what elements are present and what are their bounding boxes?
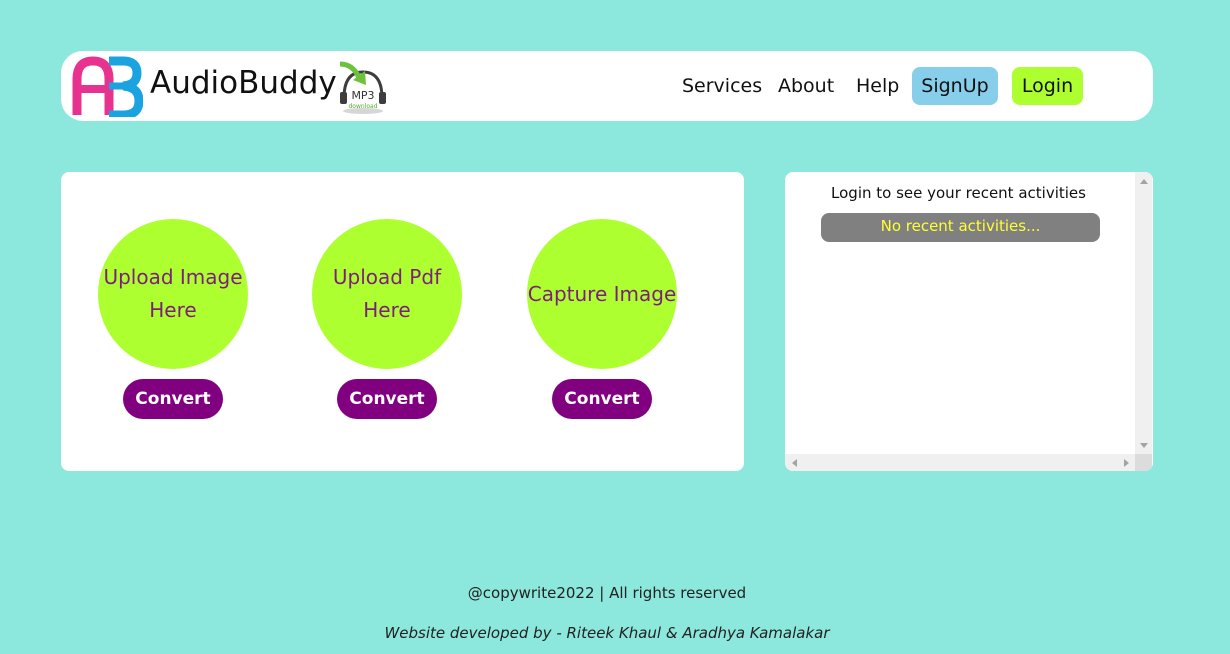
upload-image-label: Upload Image <box>103 265 243 289</box>
convert-pdf-button[interactable]: Convert <box>337 379 437 419</box>
scrollbar-corner <box>1135 454 1152 471</box>
audiobuddy-logo-icon[interactable] <box>71 55 143 117</box>
brand-name[interactable]: AudioBuddy <box>150 65 337 101</box>
capture-image-dropzone[interactable]: Capture Image <box>527 219 677 369</box>
mp3-badge-text: MP3 <box>351 89 374 102</box>
converter-panel: Upload Image Here Convert Upload Pdf Her… <box>61 172 744 471</box>
convert-capture-button[interactable]: Convert <box>552 379 652 419</box>
mp3-download-icon: MP3 download <box>339 61 386 114</box>
footer-credits: Website developed by - Riteek Khaul & Ar… <box>384 624 830 642</box>
mp3-caption-text: download <box>348 103 377 110</box>
capture-image-card: Capture Image Convert <box>527 219 677 419</box>
scroll-left-arrow-icon[interactable] <box>792 459 797 467</box>
recent-activities-panel: Login to see your recent activities No r… <box>785 172 1153 471</box>
nav-services-link[interactable]: Services <box>682 67 762 105</box>
scroll-right-arrow-icon[interactable] <box>1124 459 1129 467</box>
capture-image-label: Capture Image <box>527 281 677 306</box>
login-button[interactable]: Login <box>1012 67 1083 105</box>
signup-button[interactable]: SignUp <box>912 67 998 105</box>
upload-pdf-dropzone[interactable]: Upload Pdf Here <box>312 219 462 369</box>
nav-about-link[interactable]: About <box>778 67 834 105</box>
vertical-scrollbar[interactable] <box>1135 172 1152 454</box>
upload-pdf-card: Upload Pdf Here Convert <box>312 219 462 419</box>
recent-activities-heading: Login to see your recent activities <box>831 184 1086 202</box>
upload-image-dropzone[interactable]: Upload Image Here <box>98 219 248 369</box>
nav-help-link[interactable]: Help <box>856 67 899 105</box>
footer-copyright: @copywrite2022 | All rights reserved <box>467 584 747 602</box>
scroll-up-arrow-icon[interactable] <box>1140 179 1148 184</box>
horizontal-scrollbar[interactable] <box>785 454 1135 471</box>
upload-image-label-line2: Here <box>149 298 197 322</box>
no-activities-message: No recent activities... <box>821 213 1100 242</box>
upload-pdf-label: Upload Pdf <box>332 265 442 289</box>
upload-image-card: Upload Image Here Convert <box>98 219 248 419</box>
upload-pdf-label-line2: Here <box>363 298 411 322</box>
scroll-down-arrow-icon[interactable] <box>1140 443 1148 448</box>
convert-image-button[interactable]: Convert <box>123 379 223 419</box>
navbar: AudioBuddy MP3 download Services About H… <box>61 51 1153 121</box>
